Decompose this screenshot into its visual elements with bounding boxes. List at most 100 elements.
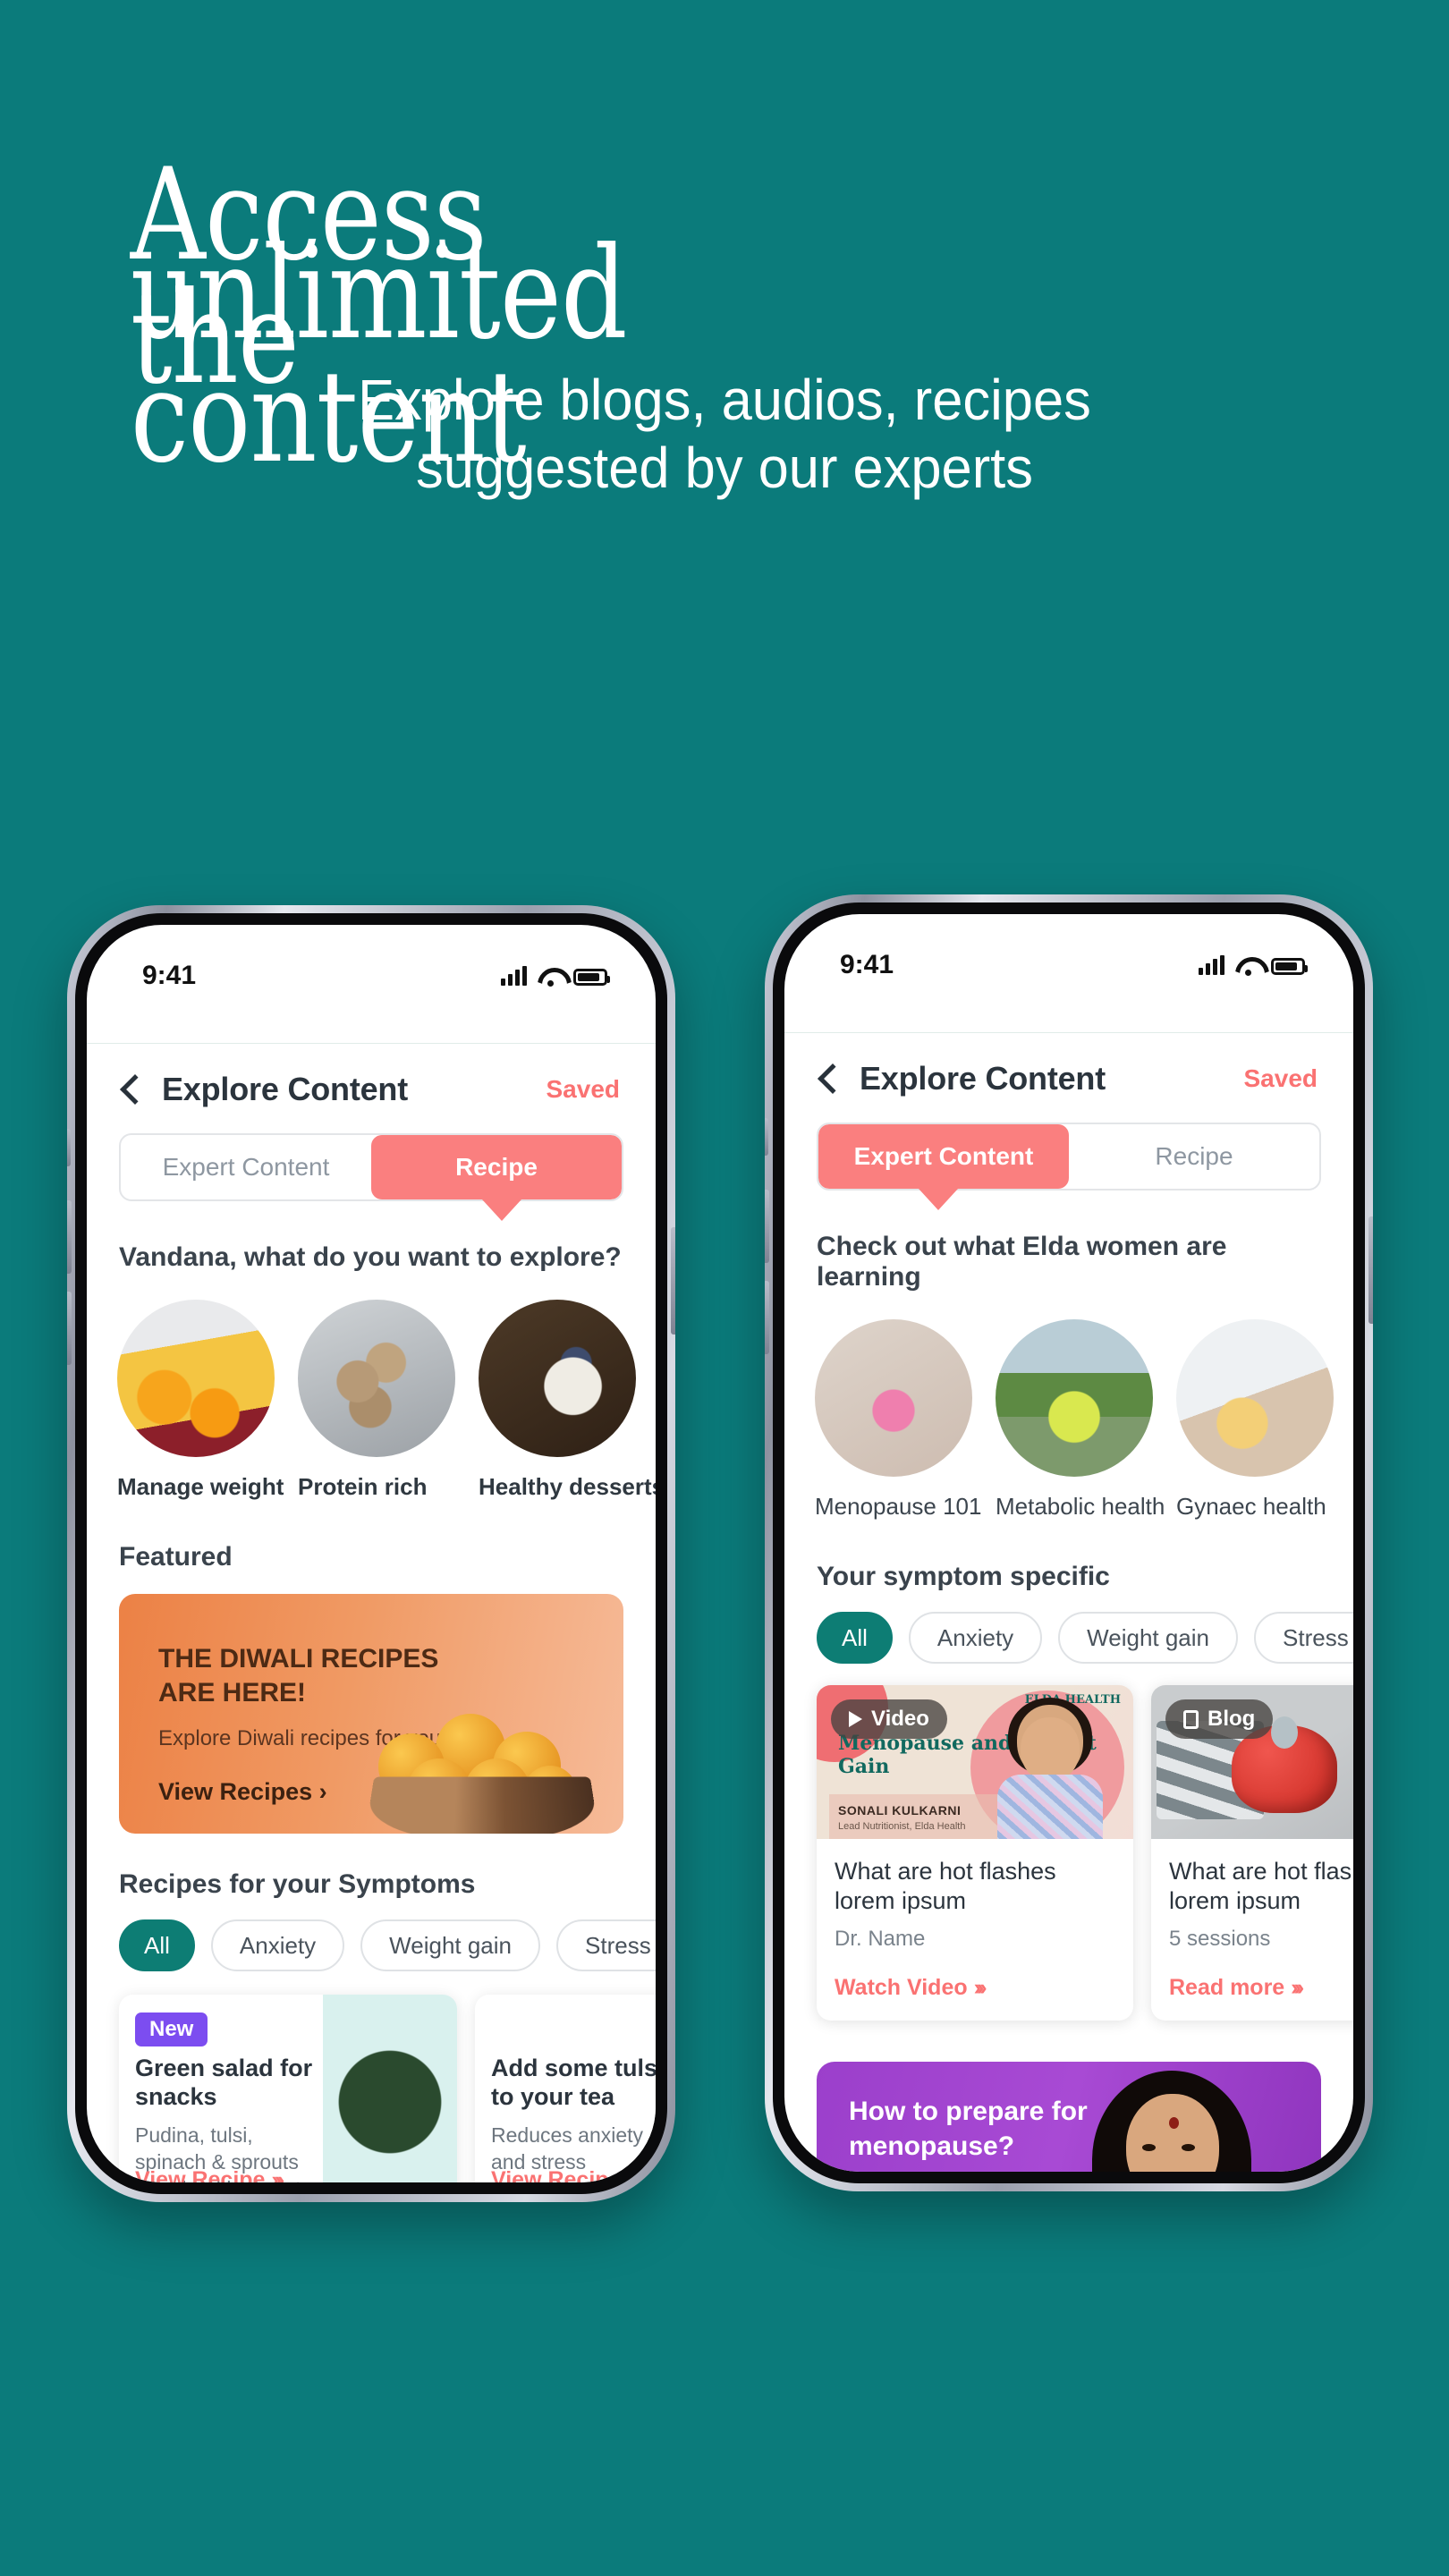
category-protein-rich[interactable]: Protein rich [298, 1300, 455, 1501]
hero-title-line-2: unlimited content [130, 220, 628, 491]
expert-card-blog[interactable]: Blog What are hot flashes lorem ipsum 5 … [1151, 1685, 1353, 2021]
category-manage-weight[interactable]: Manage weight [117, 1300, 284, 1501]
category-metabolic-health[interactable]: Metabolic health [996, 1319, 1165, 1521]
phone-bezel-left: 9:41 Explore Content Saved Expert Conten… [75, 913, 667, 2194]
segment-caret-icon [919, 1189, 958, 1210]
chip-weight-gain[interactable]: Weight gain [360, 1919, 541, 1971]
explore-categories: Manage weight Protein rich Healthy desse… [87, 1273, 656, 1501]
chip-weight-gain[interactable]: Weight gain [1058, 1612, 1239, 1664]
mute-switch[interactable] [67, 1129, 71, 1166]
saved-link[interactable]: Saved [547, 1075, 621, 1104]
chevron-left-icon[interactable] [120, 1074, 150, 1105]
expert-card-video[interactable]: Menopause and Weight Gain SONALI KULKARN… [817, 1685, 1133, 2021]
chip-all[interactable]: All [119, 1919, 195, 1971]
promo-title-line-2: menopause? [849, 2131, 1015, 2162]
phone-right: 9:41 Explore Content Saved Expert Conten… [765, 894, 1373, 2191]
chip-stress[interactable]: Stress [1254, 1612, 1353, 1664]
watch-video-link[interactable]: Watch Video ››› [835, 1975, 1115, 2001]
page-title-right: Explore Content [860, 1060, 1106, 1097]
recipe-card[interactable]: Add some tulsi to your tea Reduces anxie… [475, 1995, 656, 2182]
promo-banner[interactable]: How to prepare for menopause? With Dr Am… [817, 2061, 1321, 2172]
view-recipe-link[interactable]: View Recipe ››› [135, 2167, 284, 2182]
power-button[interactable] [1368, 1216, 1373, 1324]
chip-all[interactable]: All [817, 1612, 893, 1664]
status-indicators [1199, 955, 1308, 976]
nav-bar-right: Explore Content Saved [784, 1033, 1353, 1114]
category-label: Manage weight [117, 1473, 284, 1500]
category-label: Protein rich [298, 1473, 428, 1500]
video-thumbnail: Menopause and Weight Gain SONALI KULKARN… [817, 1685, 1133, 1839]
tab-recipe[interactable]: Recipe [371, 1135, 622, 1199]
phone-mockups: 9:41 Explore Content Saved Expert Conten… [0, 894, 1449, 2202]
chevron-left-icon[interactable] [818, 1063, 848, 1094]
recipe-card-list: New Green salad for snacks Pudina, tulsi… [87, 1971, 656, 2182]
hero-title-line-1: Access the [130, 141, 487, 412]
battery-icon [1271, 958, 1308, 975]
recipe-filter-chips: All Anxiety Weight gain Stress Hypot [87, 1900, 656, 1971]
gynaec-health-image [1176, 1319, 1334, 1477]
manage-weight-image [117, 1300, 275, 1457]
hero-subtitle: Explore blogs, audios, recipes suggested… [29, 367, 1419, 502]
category-label: Metabolic health [996, 1493, 1165, 1520]
wifi-icon [538, 966, 563, 987]
promo-title: How to prepare for menopause? [849, 2094, 1088, 2165]
healthy-desserts-image [479, 1300, 636, 1457]
symptom-filter-chips: All Anxiety Weight gain Stress Hypot [784, 1592, 1353, 1664]
tab-expert-content[interactable]: Expert Content [121, 1135, 371, 1199]
view-recipes-button[interactable]: View Recipes › [158, 1778, 327, 1806]
category-label: Healthy desserts [479, 1473, 656, 1500]
power-button[interactable] [671, 1227, 675, 1335]
expert-card-body: What are hot flashes lorem ipsum 5 sessi… [1151, 1839, 1353, 2021]
recipe-card-text: New Green salad for snacks Pudina, tulsi… [119, 1995, 323, 2182]
double-chevron-icon: ››› [627, 2167, 640, 2182]
symptoms-heading: Your symptom specific [817, 1562, 1110, 1591]
segment-control-left: Expert Content Recipe [119, 1133, 623, 1201]
volume-down-button[interactable] [67, 1292, 72, 1365]
volume-up-button[interactable] [67, 1200, 72, 1274]
status-bar-right: 9:41 [784, 914, 1353, 996]
tag-label: Blog [1208, 1707, 1256, 1731]
tab-expert-content[interactable]: Expert Content [818, 1124, 1069, 1189]
speaker-photo [997, 1698, 1103, 1839]
tab-recipe[interactable]: Recipe [1069, 1124, 1319, 1189]
recipe-title: Green salad for snacks [135, 2055, 313, 2111]
category-gynaec-health[interactable]: Gynaec health [1176, 1319, 1334, 1521]
read-more-link[interactable]: Read more ››› [1169, 1975, 1353, 2001]
double-chevron-icon: ››› [973, 1974, 987, 2000]
learning-heading: Check out what Elda women are learning [817, 1232, 1227, 1292]
recipe-card[interactable]: New Green salad for snacks Pudina, tulsi… [119, 1995, 457, 2182]
volume-up-button[interactable] [765, 1190, 769, 1263]
category-label: Gynaec health [1176, 1493, 1326, 1520]
featured-title-line-1: THE DIWALI RECIPES [158, 1644, 439, 1674]
ladoo-bowl-image [357, 1676, 607, 1834]
category-menopause-101[interactable]: Menopause 101 [815, 1319, 982, 1521]
volume-down-button[interactable] [765, 1281, 769, 1354]
featured-banner[interactable]: THE DIWALI RECIPES ARE HERE! Explore Diw… [119, 1594, 623, 1834]
card-meta: 5 sessions [1169, 1926, 1271, 1951]
saved-link[interactable]: Saved [1244, 1064, 1318, 1093]
view-recipe-label: View Recipe [491, 2167, 622, 2182]
segment-control-wrap-left: Expert Content Recipe [87, 1124, 656, 1221]
battery-icon [573, 969, 610, 986]
segment-control-right: Expert Content Recipe [817, 1123, 1321, 1191]
view-recipe-link[interactable]: View Recipe ››› [491, 2167, 640, 2182]
screen-left: 9:41 Explore Content Saved Expert Conten… [87, 925, 656, 2182]
mute-switch[interactable] [765, 1118, 768, 1156]
recipe-card-text: Add some tulsi to your tea Reduces anxie… [475, 1995, 656, 2182]
wifi-icon [1235, 955, 1260, 976]
nav-bar-left: Explore Content Saved [87, 1044, 656, 1124]
promo-title-line-1: How to prepare for [849, 2096, 1088, 2126]
menopause-101-image [815, 1319, 972, 1477]
document-icon [1183, 1709, 1199, 1729]
chip-anxiety[interactable]: Anxiety [210, 1919, 345, 1971]
read-more-label: Read more [1169, 1974, 1285, 2000]
hero-section: Access the unlimited content Explore blo… [0, 0, 1449, 502]
status-spacer [87, 1007, 656, 1043]
status-time: 9:41 [840, 950, 894, 979]
category-label: Menopause 101 [815, 1493, 982, 1520]
thumb-speaker-role: Lead Nutritionist, Elda Health [838, 1821, 966, 1832]
category-healthy-desserts[interactable]: Healthy desserts [479, 1300, 656, 1501]
chip-stress[interactable]: Stress [556, 1919, 656, 1971]
learning-categories: Menopause 101 Metabolic health Gynaec he… [784, 1292, 1353, 1521]
chip-anxiety[interactable]: Anxiety [908, 1612, 1043, 1664]
